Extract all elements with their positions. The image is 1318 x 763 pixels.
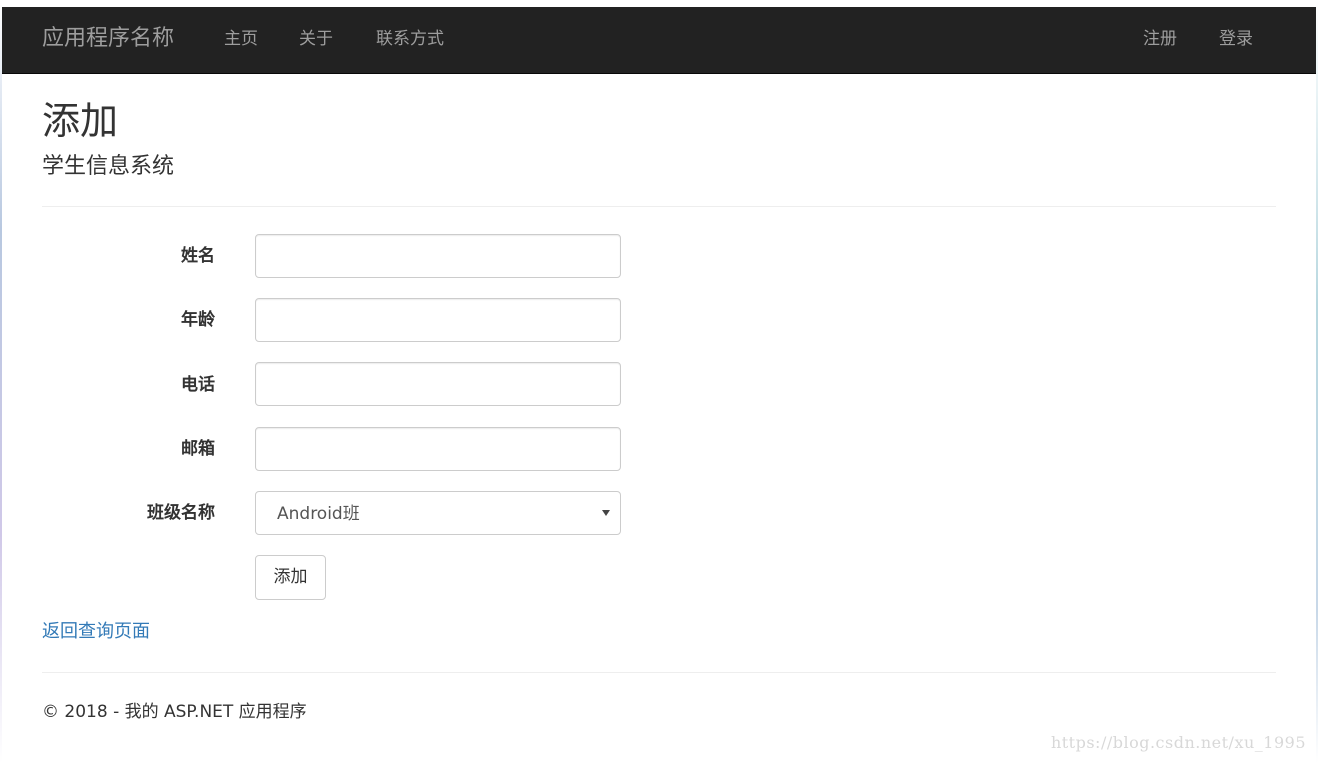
top-navbar: 应用程序名称 主页 关于 联系方式 注册 登录: [2, 7, 1316, 74]
header-divider: [42, 206, 1276, 207]
page-subtitle: 学生信息系统: [42, 154, 175, 179]
nav-link-register[interactable]: 注册: [1143, 28, 1177, 50]
page-title: 添加: [42, 99, 119, 143]
chevron-down-icon: [602, 510, 610, 516]
age-input[interactable]: [255, 298, 621, 342]
class-name-label: 班级名称: [147, 503, 215, 523]
class-name-selected-value: Android班: [277, 504, 360, 524]
name-input[interactable]: [255, 234, 621, 278]
footer-divider: [42, 672, 1276, 673]
phone-label: 电话: [181, 375, 215, 395]
name-label: 姓名: [181, 246, 215, 266]
add-submit-button[interactable]: 添加: [255, 555, 326, 600]
phone-input[interactable]: [255, 362, 621, 406]
email-input[interactable]: [255, 427, 621, 471]
browser-viewport: 应用程序名称 主页 关于 联系方式 注册 登录 添加 学生信息系统 姓名 年龄 …: [0, 0, 1318, 763]
footer-copyright: © 2018 - 我的 ASP.NET 应用程序: [42, 702, 307, 722]
nav-link-home[interactable]: 主页: [224, 28, 258, 50]
email-label: 邮箱: [181, 439, 215, 459]
nav-link-login[interactable]: 登录: [1219, 28, 1253, 50]
nav-link-contact[interactable]: 联系方式: [376, 28, 444, 50]
nav-link-about[interactable]: 关于: [299, 28, 333, 50]
age-label: 年龄: [181, 310, 215, 330]
window-edge-left: [0, 0, 2, 763]
navbar-brand-link[interactable]: 应用程序名称: [42, 25, 174, 53]
class-name-select[interactable]: Android班: [255, 491, 621, 535]
watermark-url: https://blog.csdn.net/xu_1995: [1050, 733, 1306, 752]
back-to-query-link[interactable]: 返回查询页面: [42, 620, 150, 644]
